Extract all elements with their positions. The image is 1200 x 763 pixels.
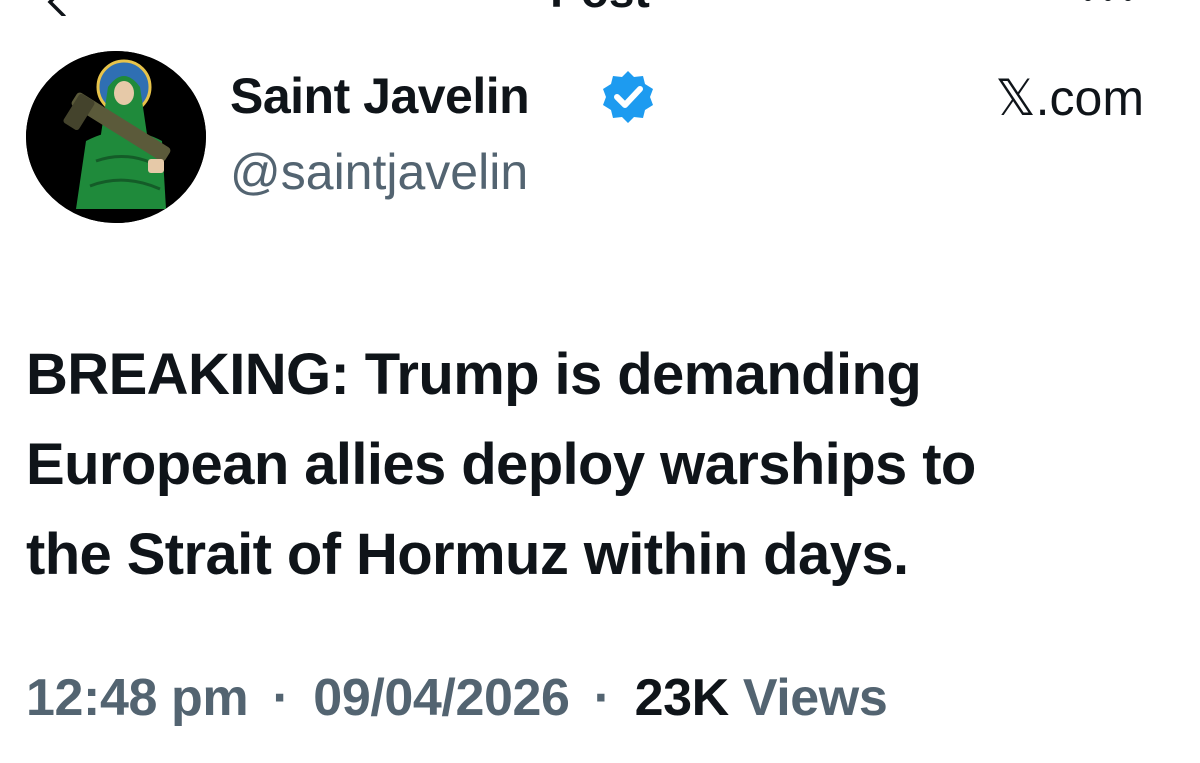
top-navigation-bar: Post <box>0 0 1200 22</box>
verified-badge-icon <box>603 71 653 123</box>
post-text-line: BREAKING: Trump is demanding <box>26 342 922 407</box>
separator-dot: · <box>272 669 290 727</box>
views-label: Views <box>742 669 888 727</box>
source-label: 𝕏.com <box>995 70 1144 126</box>
views-count[interactable]: 23K <box>635 669 730 727</box>
author-avatar[interactable] <box>26 51 206 223</box>
saint-with-javelin-avatar-icon <box>26 51 206 223</box>
post-time[interactable]: 12:48 pm <box>26 669 249 727</box>
post-date[interactable]: 09/04/2026 <box>313 669 570 727</box>
more-options-icon[interactable] <box>1078 0 1138 8</box>
separator-dot: · <box>593 669 611 727</box>
author-handle[interactable]: @saintjavelin <box>230 142 528 202</box>
post-metadata: 12:48 pm · 09/04/2026 · 23K Views <box>26 666 888 730</box>
page-title: Post <box>0 0 1200 18</box>
post-text: BREAKING: Trump is demanding European al… <box>26 330 1156 600</box>
post-text-line: European allies deploy warships to <box>26 432 976 497</box>
author-name[interactable]: Saint Javelin <box>230 66 530 126</box>
post-text-line: the Strait of Hormuz within days. <box>26 522 909 587</box>
